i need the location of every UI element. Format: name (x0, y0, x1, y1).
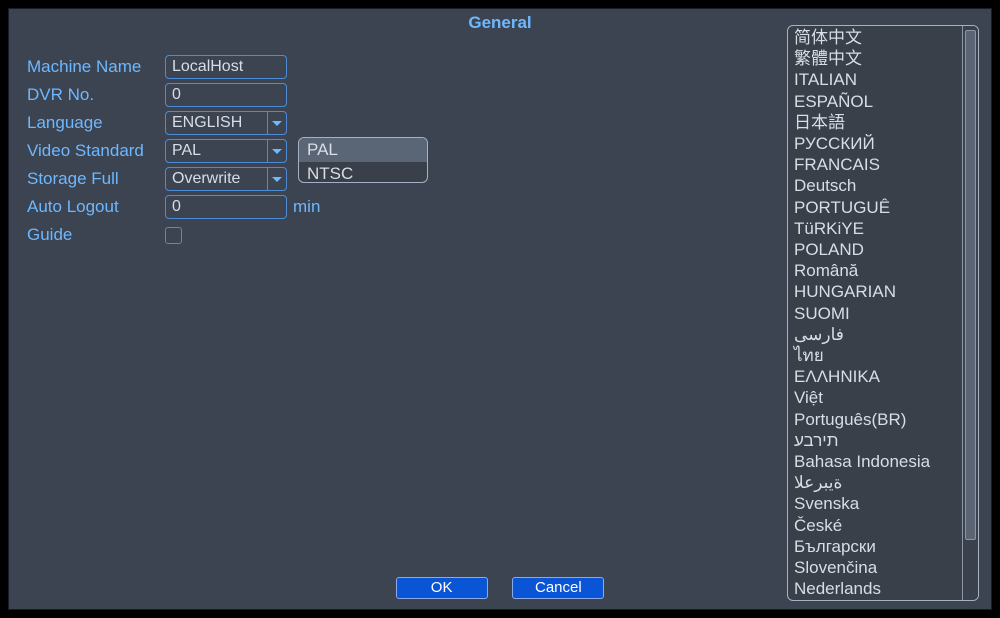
guide-label: Guide (27, 225, 165, 245)
scrollbar-thumb[interactable] (965, 30, 976, 540)
language-option[interactable]: ةيبرعلا (794, 472, 956, 493)
ok-button[interactable]: OK (396, 577, 488, 599)
language-option[interactable]: Bahasa Indonesia (794, 451, 956, 472)
video-standard-select[interactable]: PAL (165, 139, 287, 163)
language-option[interactable]: HUNGARIAN (794, 281, 956, 302)
video-standard-dropdown: PAL NTSC (298, 137, 428, 183)
auto-logout-input[interactable] (165, 195, 287, 219)
language-option[interactable]: Български (794, 536, 956, 557)
language-option[interactable]: České (794, 515, 956, 536)
auto-logout-label: Auto Logout (27, 197, 165, 217)
row-storage-full: Storage Full Overwrite (27, 165, 320, 193)
language-option[interactable]: 繁體中文 (794, 48, 956, 69)
language-option[interactable]: ITALIAN (794, 69, 956, 90)
row-auto-logout: Auto Logout min (27, 193, 320, 221)
chevron-down-icon (267, 112, 285, 134)
machine-name-label: Machine Name (27, 57, 165, 77)
language-option[interactable]: SUOMI (794, 303, 956, 324)
video-option-ntsc[interactable]: NTSC (299, 162, 427, 183)
language-option[interactable]: Slovenčina (794, 557, 956, 578)
dvr-no-input[interactable] (165, 83, 287, 107)
language-dropdown: 简体中文 繁體中文 ITALIAN ESPAÑOL 日本語 РУССКИЙ FR… (787, 25, 979, 601)
row-guide: Guide (27, 221, 320, 249)
video-standard-select-value: PAL (172, 142, 201, 160)
language-option[interactable]: תירבע (794, 430, 956, 451)
auto-logout-unit: min (293, 197, 320, 217)
language-option[interactable]: Svenska (794, 493, 956, 514)
chevron-down-icon (267, 140, 285, 162)
language-option[interactable]: ESPAÑOL (794, 91, 956, 112)
language-options: 简体中文 繁體中文 ITALIAN ESPAÑOL 日本語 РУССКИЙ FR… (788, 26, 962, 600)
language-label: Language (27, 113, 165, 133)
row-language: Language ENGLISH (27, 109, 320, 137)
language-scrollbar[interactable] (962, 26, 978, 600)
language-option[interactable]: Română (794, 260, 956, 281)
dialog-buttons: OK Cancel (9, 577, 991, 599)
machine-name-input[interactable] (165, 55, 287, 79)
cancel-button[interactable]: Cancel (512, 577, 604, 599)
language-select[interactable]: ENGLISH (165, 111, 287, 135)
video-standard-label: Video Standard (27, 141, 165, 161)
language-select-value: ENGLISH (172, 114, 242, 132)
storage-full-select[interactable]: Overwrite (165, 167, 287, 191)
language-option[interactable]: فارسی (794, 324, 956, 345)
language-option[interactable]: POLAND (794, 239, 956, 260)
chevron-down-icon (267, 168, 285, 190)
storage-full-label: Storage Full (27, 169, 165, 189)
row-dvr-no: DVR No. (27, 81, 320, 109)
guide-checkbox[interactable] (165, 227, 182, 244)
language-option[interactable]: 简体中文 (794, 27, 956, 48)
language-option[interactable]: FRANCAIS (794, 154, 956, 175)
storage-full-select-value: Overwrite (172, 170, 240, 188)
language-option[interactable]: Deutsch (794, 175, 956, 196)
row-machine-name: Machine Name (27, 53, 320, 81)
language-option[interactable]: Việt (794, 387, 956, 408)
settings-form: Machine Name DVR No. Language ENGLISH Vi… (27, 53, 320, 249)
row-video-standard: Video Standard PAL (27, 137, 320, 165)
general-settings-window: General Machine Name DVR No. Language EN… (8, 8, 992, 610)
language-option[interactable]: ΕΛΛΗΝΙΚΑ (794, 366, 956, 387)
language-option[interactable]: ไทย (794, 345, 956, 366)
language-option[interactable]: 日本語 (794, 112, 956, 133)
language-option[interactable]: TüRKiYE (794, 218, 956, 239)
language-option[interactable]: Português(BR) (794, 409, 956, 430)
language-option[interactable]: РУССКИЙ (794, 133, 956, 154)
dvr-no-label: DVR No. (27, 85, 165, 105)
language-option[interactable]: PORTUGUÊ (794, 197, 956, 218)
video-option-pal[interactable]: PAL (299, 138, 427, 162)
